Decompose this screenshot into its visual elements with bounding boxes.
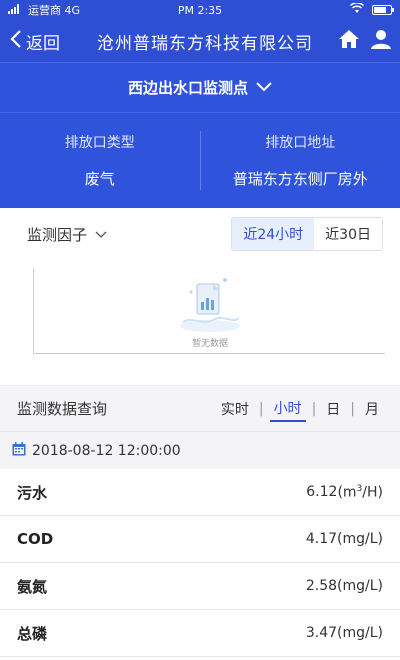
factor-name: COD: [17, 530, 54, 548]
tab-monthly[interactable]: 月: [361, 397, 383, 421]
back-label: 返回: [26, 33, 60, 54]
factor-unit: (mg/L): [337, 625, 383, 641]
empty-state: 暂无数据: [165, 270, 255, 349]
status-time: PM 2:35: [177, 3, 223, 17]
outlet-type-label: 排放口类型: [64, 135, 135, 151]
factor-value: 2.58: [305, 578, 338, 594]
outlet-type-value: 废气: [84, 170, 115, 188]
factor-name: 污水: [17, 483, 48, 502]
chevron-down-icon: [95, 225, 107, 243]
back-chevron-icon: [8, 29, 24, 54]
page-title: 沧州普瑞东方科技有限公司: [97, 33, 313, 54]
signal-icon: [8, 3, 22, 17]
outlet-address-label: 排放口地址: [265, 135, 336, 151]
list-item: COD 4.17 (mg/L): [0, 516, 400, 563]
range-24h-button[interactable]: 近24小时: [232, 218, 315, 250]
factor-name: 总磷: [17, 624, 48, 643]
query-title: 监测数据查询: [17, 400, 108, 418]
factor-unit: (m3/H): [337, 483, 383, 501]
tab-realtime[interactable]: 实时: [217, 397, 253, 421]
outlet-address-value: 普瑞东方东侧厂房外: [232, 170, 368, 188]
query-header: 监测数据查询 实时 | 小时 | 日 | 月: [0, 385, 400, 431]
tab-hourly[interactable]: 小时: [269, 396, 306, 422]
battery-icon: [372, 5, 394, 15]
monitoring-point-name: 西边出水口监测点: [127, 79, 248, 97]
calendar-icon: [12, 441, 26, 460]
range-toggle: 近24小时 近30日: [231, 217, 383, 251]
factor-value: 3.47: [305, 625, 338, 641]
date-picker[interactable]: 2018-08-12 12:00:00: [0, 431, 400, 469]
factor-value: 6.12: [306, 484, 338, 500]
factor-name: 氨氮: [17, 577, 48, 596]
outlet-type: 排放口类型 废气: [0, 113, 200, 208]
list-item: 污水 6.12 (m3/H): [0, 469, 400, 516]
factor-value: 4.17: [305, 531, 338, 547]
outlet-address: 排放口地址 普瑞东方东侧厂房外: [199, 131, 400, 190]
list-item: 总磷 3.47 (mg/L): [0, 610, 400, 657]
carrier-text: 运营商 4G: [28, 4, 81, 17]
status-bar: 运营商 4G PM 2:35: [0, 0, 400, 20]
factor-dropdown[interactable]: 监测因子: [27, 224, 231, 245]
back-button[interactable]: 返回: [8, 29, 78, 54]
wifi-icon: [349, 2, 365, 17]
user-icon[interactable]: [370, 28, 392, 54]
outlet-info-panel: 排放口类型 废气 排放口地址 普瑞东方东侧厂房外: [0, 112, 400, 208]
list-item: 氨氮 2.58 (mg/L): [0, 563, 400, 610]
home-icon[interactable]: [338, 28, 360, 54]
query-tabs: 实时 | 小时 | 日 | 月: [217, 396, 383, 422]
factor-label: 监测因子: [27, 225, 88, 244]
tab-daily[interactable]: 日: [322, 397, 344, 421]
monitoring-point-selector[interactable]: 西边出水口监测点: [0, 62, 400, 112]
factor-unit: (mg/L): [337, 531, 383, 547]
factor-row: 监测因子 近24小时 近30日: [0, 208, 400, 260]
data-list: 污水 6.12 (m3/H) COD 4.17 (mg/L) 氨氮 2.58 (…: [0, 469, 400, 657]
range-30d-button[interactable]: 近30日: [314, 218, 382, 250]
chevron-down-icon: [256, 79, 272, 97]
factor-unit: (mg/L): [337, 578, 383, 594]
tab-divider: |: [311, 400, 317, 417]
nav-bar: 返回 沧州普瑞东方科技有限公司: [0, 20, 400, 62]
tab-divider: |: [350, 400, 355, 417]
tab-divider: |: [258, 400, 264, 417]
date-value: 2018-08-12 12:00:00: [32, 442, 181, 459]
